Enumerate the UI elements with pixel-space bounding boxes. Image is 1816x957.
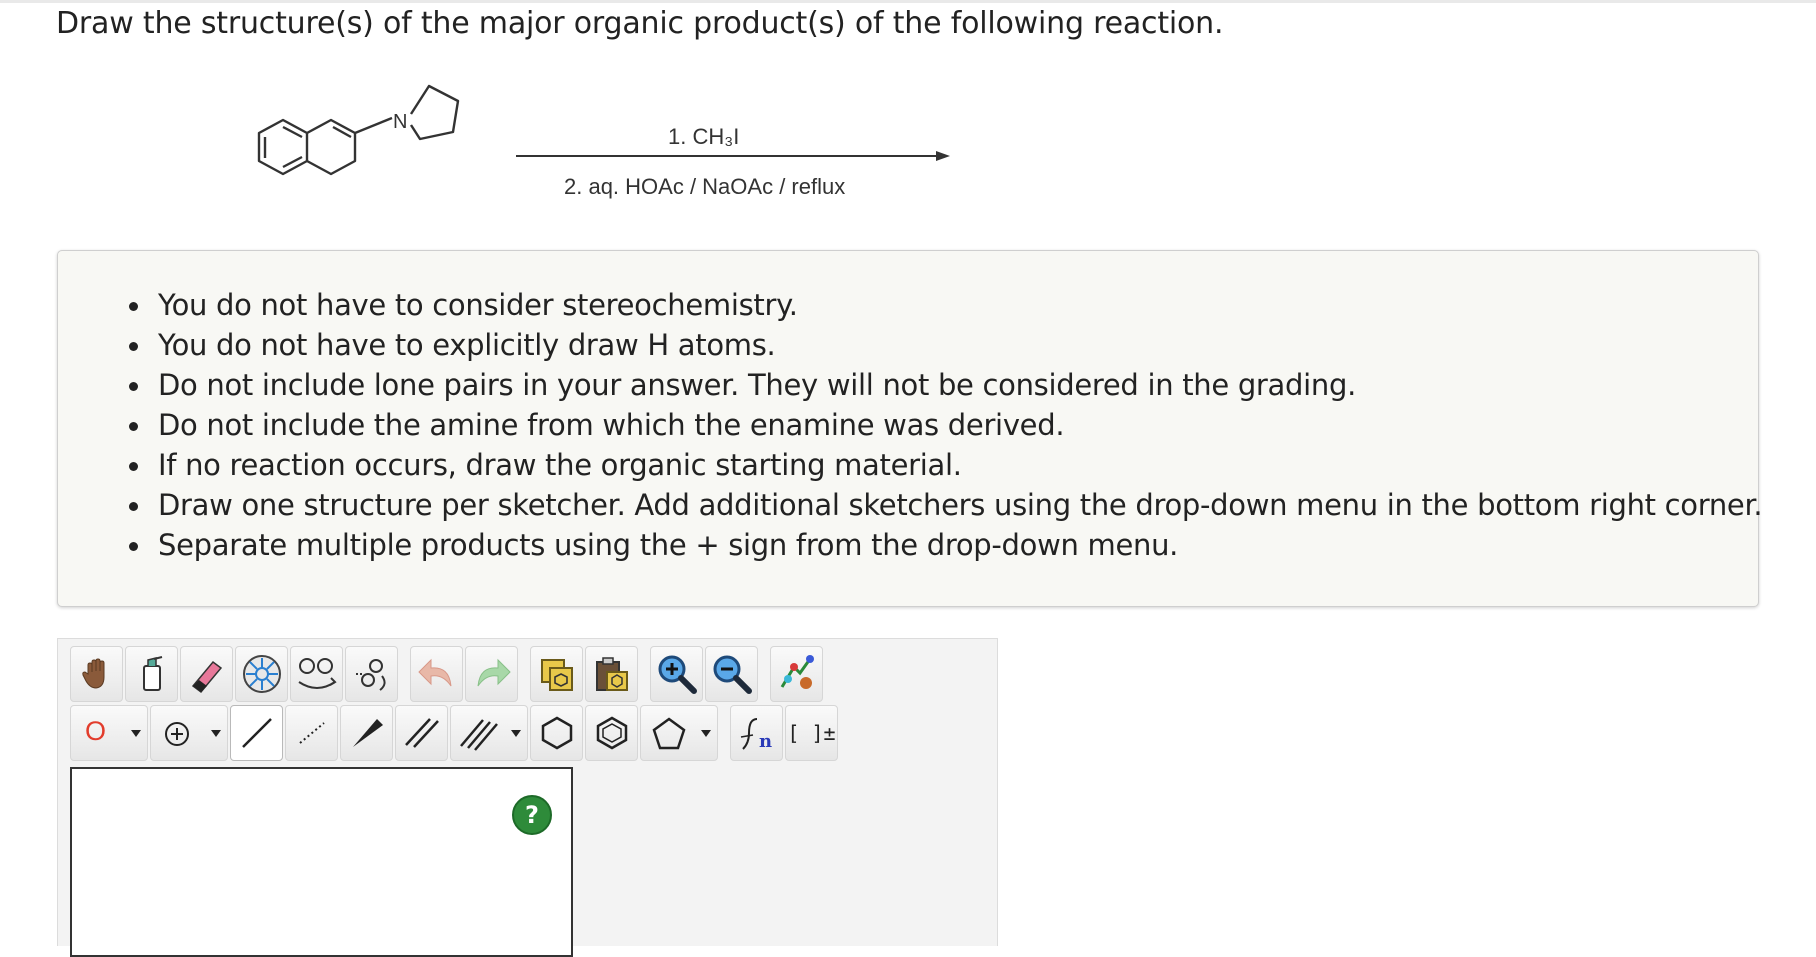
instruction-item: Draw one structure per sketcher. Add add…: [128, 485, 1763, 525]
sgroup-icon: n: [740, 718, 772, 752]
erase-all-icon: [142, 656, 162, 691]
bracket-button[interactable]: [ ]±: [785, 705, 838, 761]
double-bond-button[interactable]: [395, 705, 448, 761]
structure-sketcher: O n []± ?: [57, 638, 998, 957]
benzene-button[interactable]: [585, 705, 638, 761]
instruction-item: If no reaction occurs, draw the organic …: [128, 445, 1762, 485]
wedge-bond-icon: [352, 719, 383, 747]
reagent-step2: 2. aq. HOAc / NaOAc / reflux: [564, 174, 846, 199]
charge-dropdown[interactable]: [150, 705, 228, 761]
triple-bond-dropdown[interactable]: [450, 705, 528, 761]
instruction-item: Do not include the amine from which the …: [128, 405, 1762, 445]
hashed-bond-icon: [298, 722, 325, 744]
instructions-list: You do not have to consider stereochemis…: [128, 285, 1763, 565]
eraser-icon: [191, 660, 222, 694]
chevron-down-icon: [131, 730, 141, 737]
clean-structure-button[interactable]: [290, 646, 343, 702]
redo-icon: [477, 658, 511, 687]
hashed-bond-button[interactable]: [285, 705, 338, 761]
instruction-item: You do not have to explicitly draw H ato…: [128, 325, 1762, 365]
cyclopentane-dropdown[interactable]: [640, 705, 718, 761]
cyclohexane-button[interactable]: [530, 705, 583, 761]
sgroup-label: n: [759, 731, 772, 752]
cyclopentane-icon: [652, 717, 686, 750]
erase-all-button[interactable]: [125, 646, 178, 702]
chevron-down-icon: [211, 730, 221, 737]
copy-button[interactable]: [530, 646, 583, 702]
bracket-label: [ ]±: [787, 721, 836, 745]
instruction-item: Separate multiple products using the + s…: [128, 525, 1762, 565]
drawing-canvas[interactable]: ?: [70, 767, 573, 957]
clean-structure-icon: [297, 658, 337, 689]
benzene-icon: [596, 716, 627, 750]
nitrogen-atom-label: N: [393, 111, 407, 133]
zoom-in-icon: [658, 655, 697, 694]
single-bond-icon: [241, 718, 272, 748]
instruction-item: You do not have to consider stereochemis…: [128, 285, 1762, 325]
question-prompt: Draw the structure(s) of the major organ…: [56, 6, 1224, 41]
cleanup-2d-button[interactable]: [345, 646, 398, 702]
reaction-arrow: [516, 151, 950, 161]
explicit-h-icon: [780, 655, 814, 689]
reagent-step1: 1. CH₃I: [668, 124, 740, 149]
hand-icon: [81, 658, 104, 689]
eraser-button[interactable]: [180, 646, 233, 702]
instructions-panel: You do not have to consider stereochemis…: [57, 250, 1763, 607]
cyclohexane-icon: [541, 716, 572, 750]
top-border: [0, 0, 1816, 3]
triple-bond-icon: [460, 719, 498, 751]
wedge-bond-button[interactable]: [340, 705, 393, 761]
sgroup-button[interactable]: n: [730, 705, 783, 761]
single-bond-button[interactable]: [230, 705, 283, 761]
explicit-h-button[interactable]: [770, 646, 823, 702]
double-bond-icon: [404, 718, 439, 748]
chevron-down-icon: [511, 730, 521, 737]
hand-tool-button[interactable]: [70, 646, 123, 702]
zoom-out-button[interactable]: [705, 646, 758, 702]
charge-icon: [165, 722, 189, 746]
cleanup-2d-icon: [355, 659, 386, 691]
zoom-out-icon: [713, 655, 752, 694]
undo-icon: [417, 658, 451, 687]
element-select-dropdown[interactable]: O: [70, 705, 148, 761]
starting-material-structure: N: [257, 84, 460, 176]
sketcher-toolbar-bottom: O n []±: [70, 705, 838, 761]
zoom-in-button[interactable]: [650, 646, 703, 702]
paste-button[interactable]: [585, 646, 638, 702]
paste-icon: [595, 657, 628, 691]
sketcher-toolbar-top: [70, 646, 823, 702]
element-label: O: [85, 716, 107, 746]
redo-button[interactable]: [465, 646, 518, 702]
copy-icon: [540, 659, 573, 691]
help-button[interactable]: ?: [512, 795, 552, 835]
instruction-item: Do not include lone pairs in your answer…: [128, 365, 1762, 405]
ring-template-button[interactable]: [235, 646, 288, 702]
chevron-down-icon: [701, 730, 711, 737]
undo-button[interactable]: [410, 646, 463, 702]
ring-template-icon: [242, 655, 281, 693]
